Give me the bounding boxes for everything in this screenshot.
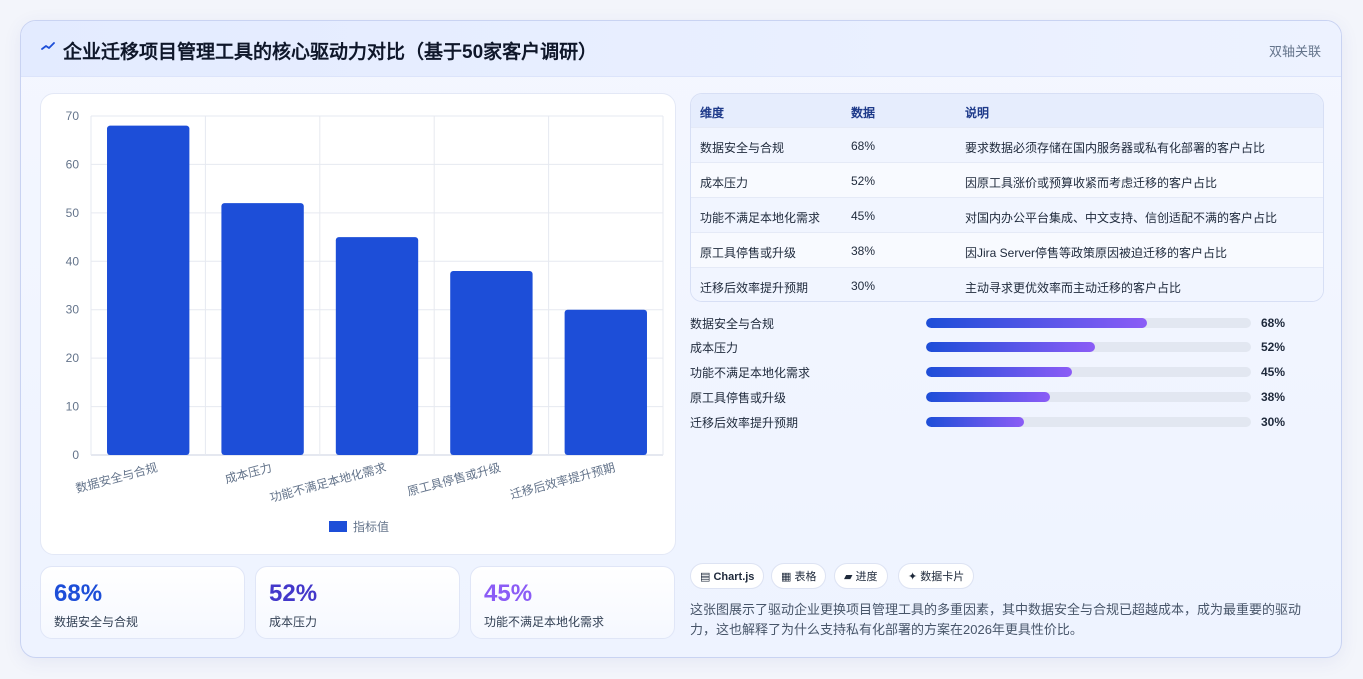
progress-row: 成本压力 52% <box>690 339 1330 359</box>
y-tick-label: 20 <box>66 351 80 365</box>
data-table: 维度 数据 说明 数据安全与合规 68% 要求数据必须存储在国内服务器或私有化部… <box>690 93 1324 302</box>
table-row: 功能不满足本地化需求 45% 对国内办公平台集成、中文支持、信创适配不满的客户占… <box>691 197 1323 232</box>
stat-card-localization: 45% 功能不满足本地化需求 <box>470 566 675 639</box>
chart-icon: ▤ <box>700 571 711 583</box>
table-cell: 45% <box>851 209 876 223</box>
progress-icon: ▰ <box>844 571 853 583</box>
dual-axis-tag[interactable]: 双轴关联 <box>1269 41 1321 60</box>
table-icon: ▦ <box>781 571 792 583</box>
y-tick-label: 10 <box>66 400 80 414</box>
progress-label: 迁移后效率提升预期 <box>690 416 799 430</box>
table-cell: 68% <box>851 139 876 153</box>
trend-icon <box>41 42 55 50</box>
table-cell: 30% <box>851 279 876 293</box>
y-tick-label: 40 <box>66 254 80 268</box>
progress-row: 迁移后效率提升预期 30% <box>690 414 1330 434</box>
table-cell: 对国内办公平台集成、中文支持、信创适配不满的客户占比 <box>965 211 1278 225</box>
report-card: 企业迁移项目管理工具的核心驱动力对比（基于50家客户调研） 双轴关联 0 10 20… <box>20 20 1342 658</box>
chip-label: 进度 <box>855 571 878 583</box>
x-tick-label: 功能不满足本地化需求 <box>268 460 388 505</box>
stat-label: 数据安全与合规 <box>54 615 139 629</box>
progress-fill <box>926 318 1147 328</box>
stat-label: 功能不满足本地化需求 <box>484 615 605 629</box>
progress-track <box>926 367 1251 377</box>
table-row: 迁移后效率提升预期 30% 主动寻求更优效率而主动迁移的客户占比 <box>691 267 1323 301</box>
chip-progress[interactable]: ▰ 进度 <box>834 563 888 589</box>
table-cell: 主动寻求更优效率而主动迁移的客户占比 <box>965 281 1182 295</box>
progress-track <box>926 318 1251 328</box>
y-tick-label: 70 <box>66 109 80 123</box>
table-cell: 数据安全与合规 <box>700 141 785 155</box>
table-header-cell: 说明 <box>965 106 990 120</box>
stat-label: 成本压力 <box>269 615 318 629</box>
table-row: 数据安全与合规 68% 要求数据必须存储在国内服务器或私有化部署的客户占比 <box>691 127 1323 162</box>
y-tick-label: 0 <box>72 448 79 462</box>
progress-fill <box>926 417 1024 427</box>
table-cell: 成本压力 <box>700 176 749 190</box>
progress-value: 30% <box>1261 415 1286 429</box>
progress-track <box>926 392 1251 402</box>
sparkle-icon: ✦ <box>908 571 918 583</box>
progress-label: 原工具停售或升级 <box>690 391 787 405</box>
bar <box>564 309 647 455</box>
table-header-cell: 数据 <box>851 106 876 120</box>
progress-row: 原工具停售或升级 38% <box>690 389 1330 409</box>
table-cell: 因原工具涨价或预算收紧而考虑迁移的客户占比 <box>965 176 1218 190</box>
y-tick-label: 50 <box>66 206 80 220</box>
progress-row: 功能不满足本地化需求 45% <box>690 364 1330 384</box>
progress-track <box>926 342 1251 352</box>
x-tick-label: 迁移后效率提升预期 <box>508 459 616 501</box>
x-tick-label: 原工具停售或升级 <box>406 459 503 498</box>
progress-fill <box>926 392 1050 402</box>
x-tick-label: 数据安全与合规 <box>74 459 159 495</box>
table-cell: 功能不满足本地化需求 <box>700 211 821 225</box>
progress-track <box>926 417 1251 427</box>
stat-value: 45% <box>484 580 533 607</box>
y-tick-label: 30 <box>66 303 80 317</box>
progress-value: 38% <box>1261 390 1286 404</box>
table-header-cell: 维度 <box>700 106 725 120</box>
progress-value: 68% <box>1261 316 1286 330</box>
chip-data-card[interactable]: ✦ 数据卡片 <box>898 563 975 589</box>
progress-value: 45% <box>1261 365 1286 379</box>
chip-label: Chart.js <box>713 571 755 583</box>
bar <box>335 237 419 455</box>
table-row: 原工具停售或升级 38% 因Jira Server停售等政策原因被迫迁移的客户占… <box>691 232 1323 267</box>
page-title: 企业迁移项目管理工具的核心驱动力对比（基于50家客户调研） <box>63 42 598 63</box>
card-header: 企业迁移项目管理工具的核心驱动力对比（基于50家客户调研） 双轴关联 <box>21 21 1341 77</box>
table-cell: 迁移后效率提升预期 <box>700 281 809 295</box>
stat-card-cost-pressure: 52% 成本压力 <box>255 566 460 639</box>
bar-chart-panel: 0 10 20 30 40 50 60 70 数据安全与合规 成本压力 功能不满足本地化需求 原工具停… <box>40 93 676 555</box>
table-row: 成本压力 52% 因原工具涨价或预算收紧而考虑迁移的客户占比 <box>691 162 1323 197</box>
progress-value: 52% <box>1261 340 1286 354</box>
bar-chart: 0 10 20 30 40 50 60 70 数据安全与合规 成本压力功能不满足本地化需求 原工具停… <box>66 109 664 534</box>
stat-value: 68% <box>54 580 103 607</box>
stat-card-data-security: 68% 数据安全与合规 <box>40 566 245 639</box>
chip-table[interactable]: ▦ 表格 <box>771 563 827 589</box>
table-cell: 52% <box>851 174 876 188</box>
table-cell: 要求数据必须存储在国内服务器或私有化部署的客户占比 <box>965 141 1266 155</box>
bar <box>107 125 190 455</box>
bar <box>450 270 533 455</box>
table-cell: 原工具停售或升级 <box>700 246 797 260</box>
stat-value: 52% <box>269 580 318 607</box>
progress-label: 成本压力 <box>690 341 739 355</box>
chart-description: 这张图展示了驱动企业更换项目管理工具的多重因素，其中数据安全与合规已超越成本，成… <box>690 602 1302 637</box>
progress-label: 数据安全与合规 <box>690 317 775 331</box>
progress-fill <box>926 367 1073 377</box>
chip-chartjs[interactable]: ▤ Chart.js <box>690 563 765 589</box>
progress-row: 数据安全与合规 68% <box>690 315 1330 335</box>
legend-label: 指标值 <box>353 519 389 534</box>
table-cell: 38% <box>851 244 876 258</box>
bar <box>221 203 304 455</box>
chip-label: 表格 <box>794 571 817 583</box>
legend-swatch <box>329 521 347 532</box>
table-header-row: 维度 数据 说明 <box>691 94 1323 127</box>
x-tick-label: 成本压力 <box>223 460 273 486</box>
progress-label: 功能不满足本地化需求 <box>690 366 811 380</box>
table-cell: 因Jira Server停售等政策原因被迫迁移的客户占比 <box>965 246 1228 260</box>
y-tick-label: 60 <box>66 157 80 171</box>
progress-fill <box>926 342 1095 352</box>
chip-label: 数据卡片 <box>920 571 965 583</box>
